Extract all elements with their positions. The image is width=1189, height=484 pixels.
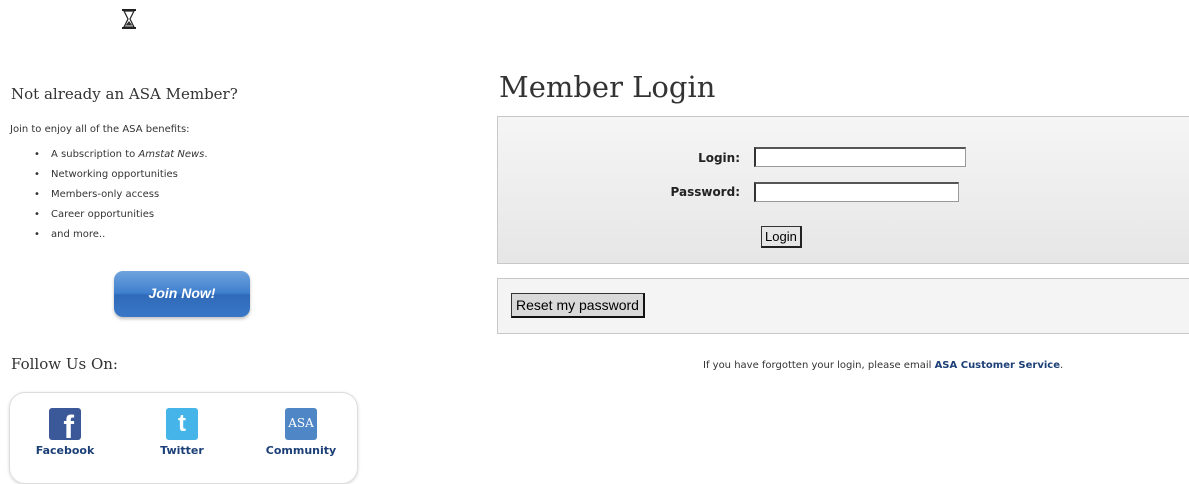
login-input[interactable] — [754, 147, 966, 167]
asa-icon-text: ASA — [288, 416, 314, 430]
sidebar: Not already an ASA Member? Join to enjoy… — [0, 0, 470, 484]
community-label: Community — [265, 444, 337, 457]
asa-community-icon: ASA — [285, 408, 317, 440]
twitter-icon: t — [166, 408, 198, 440]
reset-password-button[interactable]: Reset my password — [511, 293, 645, 318]
password-input[interactable] — [754, 182, 959, 202]
facebook-link[interactable]: f Facebook — [20, 408, 110, 457]
benefit-item: A subscription to Amstat News. — [34, 148, 208, 168]
twitter-link[interactable]: t Twitter — [137, 408, 227, 457]
follow-us-heading: Follow Us On: — [11, 355, 118, 373]
community-link[interactable]: ASA Community — [256, 408, 346, 457]
twitter-label: Twitter — [160, 444, 204, 457]
benefit-text-suffix: . — [204, 149, 208, 160]
forgot-login-note: If you have forgotten your login, please… — [703, 360, 1063, 371]
not-member-heading: Not already an ASA Member? — [11, 85, 238, 103]
forgot-text: If you have forgotten your login, please… — [703, 360, 935, 371]
benefit-item: Career opportunities — [34, 208, 208, 228]
benefit-item: Members-only access — [34, 188, 208, 208]
customer-service-link[interactable]: ASA Customer Service — [935, 360, 1060, 371]
benefit-item: Networking opportunities — [34, 168, 208, 188]
amstat-news-emphasis: Amstat News — [138, 149, 205, 160]
forgot-text-end: . — [1059, 360, 1064, 371]
login-button[interactable]: Login — [761, 226, 802, 248]
password-label: Password: — [670, 185, 741, 199]
benefits-list: A subscription to Amstat News. Networkin… — [34, 148, 208, 248]
facebook-icon: f — [49, 408, 81, 440]
benefit-item: and more.. — [34, 228, 208, 248]
login-label: Login: — [698, 151, 740, 165]
page-title: Member Login — [499, 70, 716, 104]
benefit-text: A subscription to — [51, 149, 139, 160]
facebook-label: Facebook — [35, 444, 95, 457]
join-now-button[interactable]: Join Now! — [114, 271, 250, 317]
join-text: Join to enjoy all of the ASA benefits: — [10, 124, 190, 135]
